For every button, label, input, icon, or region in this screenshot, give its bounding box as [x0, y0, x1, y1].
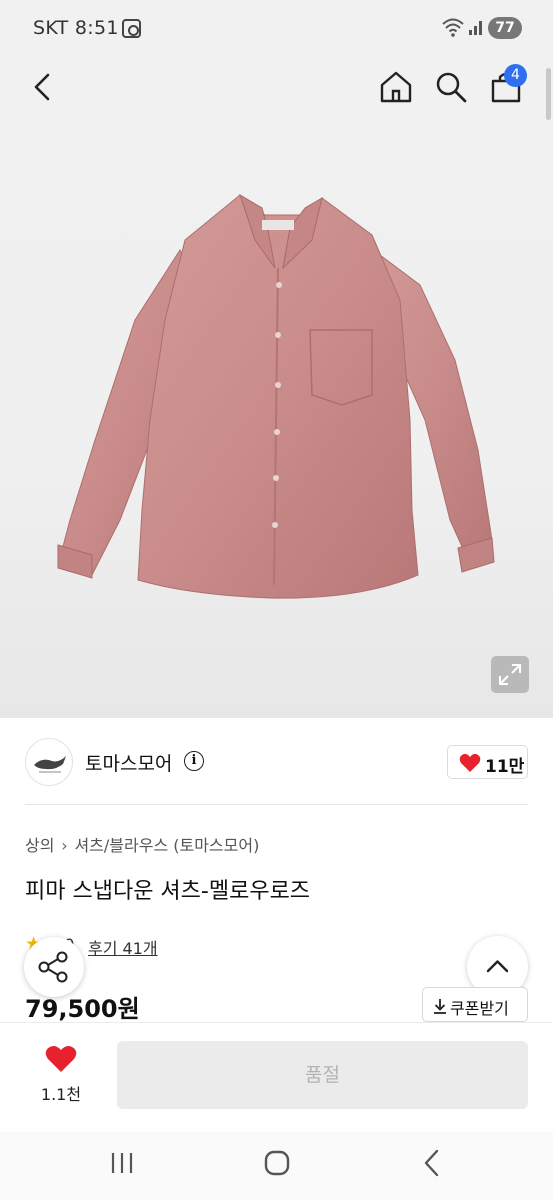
- battery-indicator: 77: [488, 17, 522, 39]
- wish-count: 1.1천: [40, 1085, 82, 1104]
- product-title: 피마 스냅다운 셔츠-멜로우로즈: [25, 879, 311, 904]
- status-time: SKT 8:51: [33, 17, 119, 39]
- scrollbar-thumb[interactable]: [546, 68, 551, 120]
- wifi-icon: [442, 18, 464, 37]
- back-arrow-icon[interactable]: [29, 72, 57, 102]
- share-button[interactable]: [24, 937, 84, 997]
- breadcrumb-item-subcategory[interactable]: 셔츠/블라우스 (토마스모어): [74, 832, 259, 856]
- signal-icon: [469, 21, 482, 35]
- breadcrumb-item-category[interactable]: 상의: [25, 832, 54, 856]
- review-count-link[interactable]: 후기 41개: [88, 935, 158, 959]
- breadcrumb: 상의 › 셔츠/블라우스 (토마스모어): [25, 832, 259, 856]
- coupon-label: 쿠폰받기: [450, 999, 509, 1018]
- recent-apps-icon[interactable]: [108, 1149, 136, 1177]
- brand-row: 토마스모어 i 11만: [0, 718, 553, 804]
- brand-like-button[interactable]: 11만: [447, 745, 528, 779]
- brand-like-count: 11만: [485, 757, 525, 777]
- expand-icon: [499, 664, 521, 685]
- expand-image-button[interactable]: [491, 656, 529, 693]
- coupon-button[interactable]: 쿠폰받기: [422, 987, 528, 1022]
- download-icon: [434, 999, 446, 1014]
- screen-record-icon: [122, 19, 141, 38]
- home-circle-icon[interactable]: [262, 1148, 292, 1178]
- chevron-right-icon: ›: [61, 836, 68, 855]
- product-price: 79,500원: [25, 995, 140, 1023]
- info-icon[interactable]: i: [184, 751, 204, 771]
- product-image-area[interactable]: [0, 56, 553, 718]
- brand-logo[interactable]: [25, 738, 73, 786]
- wish-button[interactable]: 1.1천: [0, 1023, 122, 1123]
- bottom-action-bar: 1.1천 품절: [0, 1022, 553, 1132]
- nav-back-icon[interactable]: [420, 1148, 444, 1178]
- heart-icon: [45, 1045, 77, 1072]
- status-bar: SKT 8:51 77: [0, 0, 553, 56]
- cart-count-badge: 4: [504, 64, 527, 87]
- sold-out-button[interactable]: 품절: [117, 1041, 528, 1109]
- share-icon: [38, 951, 68, 983]
- heart-icon: [459, 753, 481, 772]
- brand-name[interactable]: 토마스모어: [85, 749, 172, 776]
- brand-logo-image: [34, 756, 66, 773]
- search-icon[interactable]: [434, 70, 468, 104]
- system-nav-bar: [0, 1132, 553, 1200]
- product-image: [57, 193, 495, 599]
- section-divider: [25, 804, 528, 805]
- home-icon[interactable]: [378, 69, 414, 105]
